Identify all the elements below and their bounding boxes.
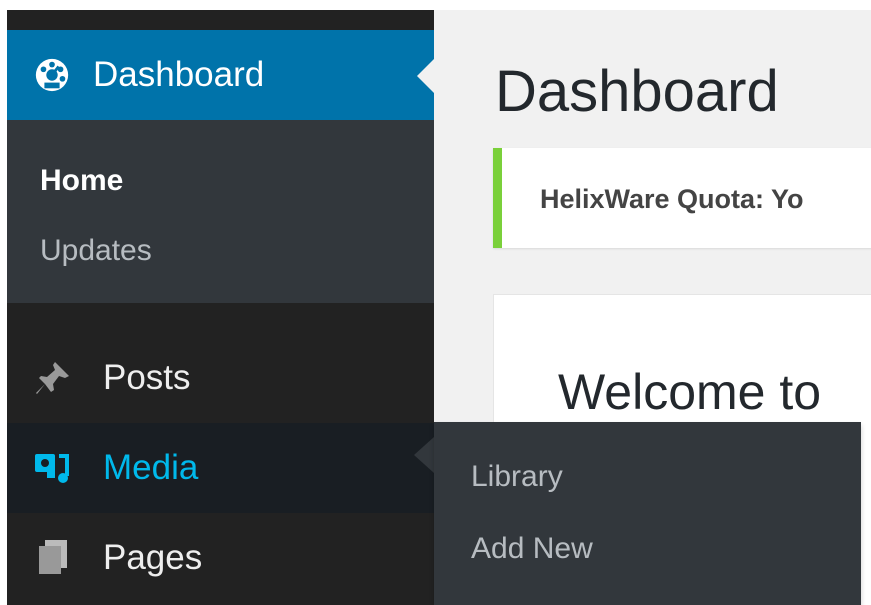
dashboard-submenu: Home Updates: [7, 120, 434, 303]
flyout-item-library[interactable]: Library: [471, 460, 563, 494]
dashboard-gauge-icon: [35, 58, 69, 92]
sidebar-item-pages[interactable]: Pages: [7, 513, 434, 603]
submenu-item-home[interactable]: Home: [40, 164, 123, 198]
helixware-quota-notice: HelixWare Quota: Yo: [493, 148, 871, 248]
admin-sidebar: Dashboard Home Updates Posts Media Pages: [7, 10, 435, 605]
pin-icon: [36, 362, 69, 394]
media-flyout-menu: Library Add New: [434, 422, 861, 605]
notice-text: HelixWare Quota: Yo: [540, 184, 804, 214]
sidebar-item-label: Dashboard: [93, 55, 265, 94]
sidebar-item-label: Media: [103, 448, 199, 487]
pages-icon: [39, 540, 67, 574]
sidebar-item-media[interactable]: Media: [7, 423, 434, 513]
sidebar-item-label: Pages: [103, 538, 203, 577]
media-icon: [35, 454, 69, 483]
welcome-title: Welcome to: [558, 364, 822, 420]
current-menu-caret: [417, 58, 435, 94]
sidebar-item-posts[interactable]: Posts: [7, 333, 434, 423]
flyout-item-add-new[interactable]: Add New: [471, 532, 593, 566]
submenu-item-updates[interactable]: Updates: [40, 234, 152, 268]
sidebar-top-strip: [7, 10, 434, 30]
flyout-caret: [414, 437, 434, 473]
sidebar-item-dashboard[interactable]: Dashboard: [7, 30, 435, 120]
sidebar-item-label: Posts: [103, 358, 191, 397]
page-title: Dashboard: [495, 59, 779, 124]
